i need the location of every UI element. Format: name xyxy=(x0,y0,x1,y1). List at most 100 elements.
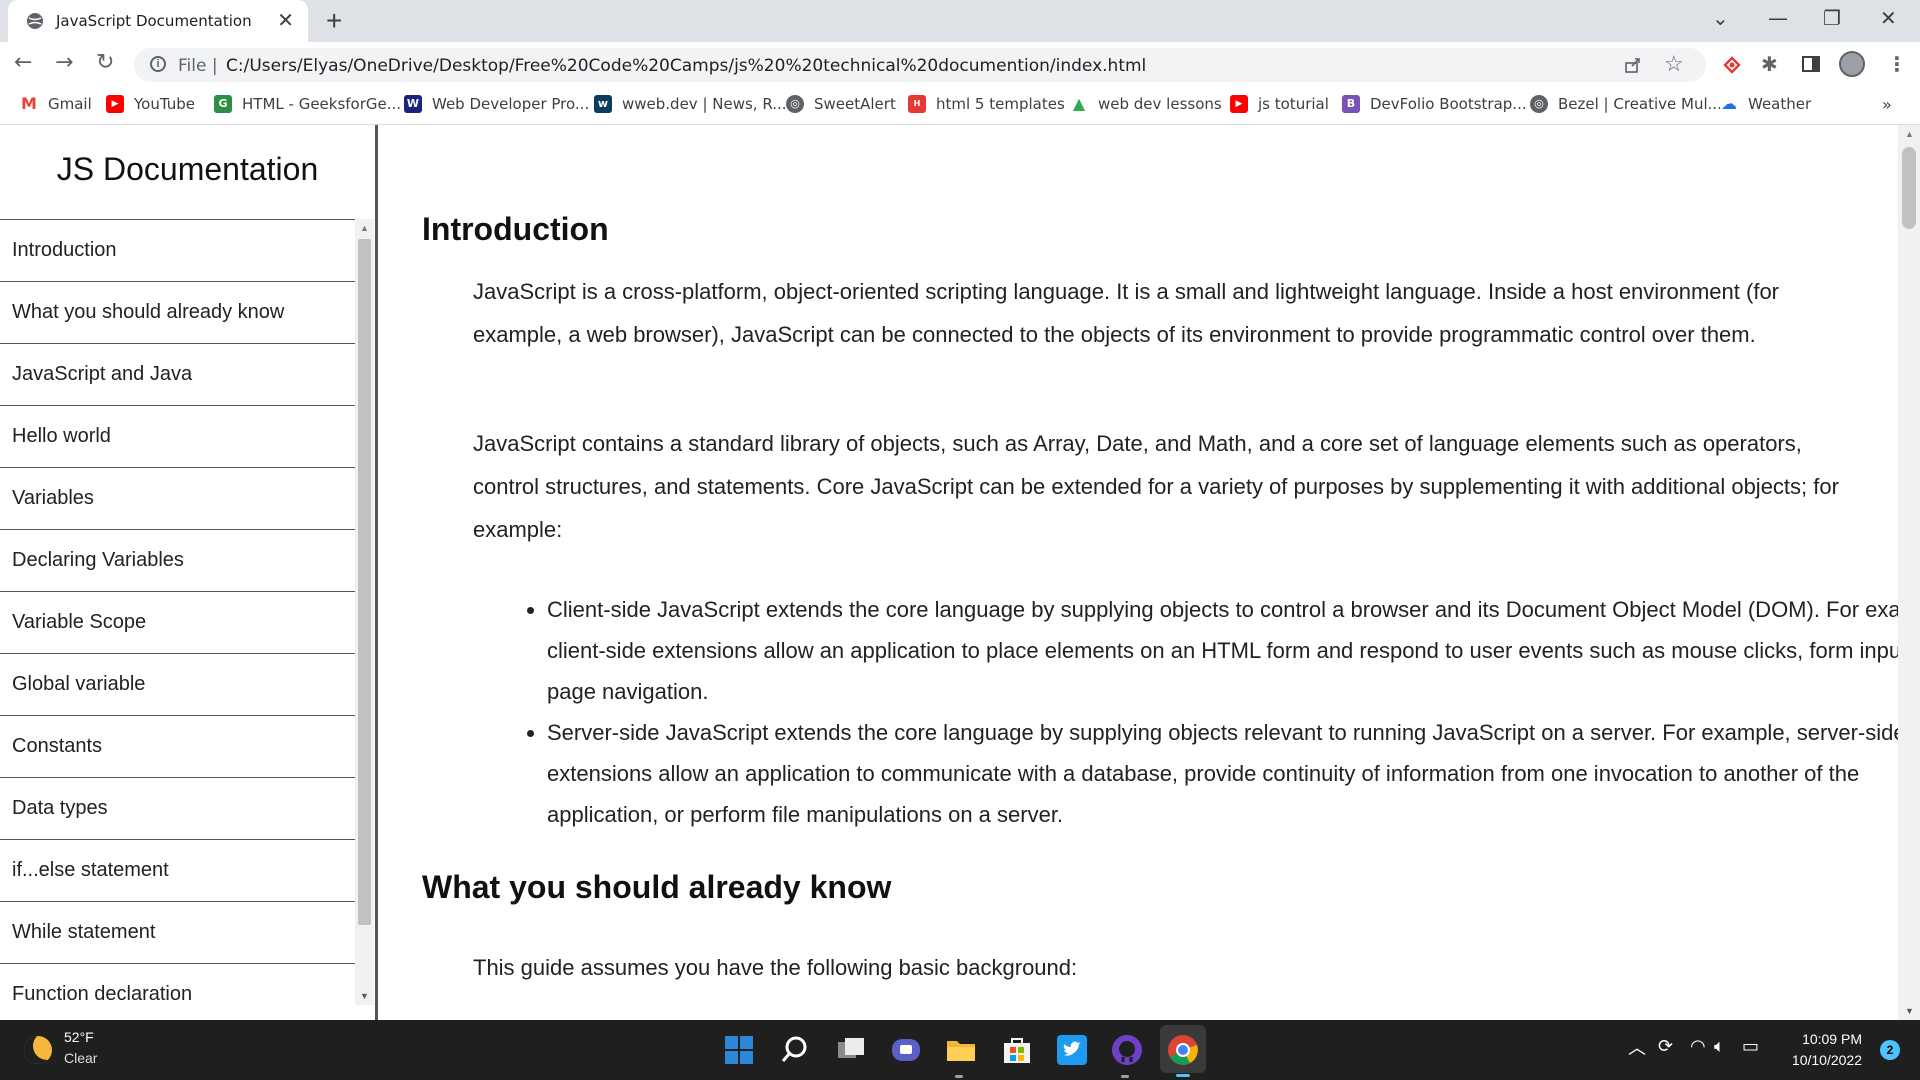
nav-link[interactable]: Variable Scope xyxy=(0,591,355,653)
github-icon[interactable] xyxy=(1110,1033,1144,1067)
bookmark-gmail[interactable]: M Gmail xyxy=(20,95,92,113)
sync-icon[interactable]: ⟳ xyxy=(1658,1036,1673,1057)
nav-link[interactable]: Global variable xyxy=(0,653,355,715)
sidepanel-icon[interactable] xyxy=(1802,55,1820,73)
nav-link[interactable]: Declaring Variables xyxy=(0,529,355,591)
page-scrollbar-thumb[interactable] xyxy=(1902,147,1916,229)
gmail-icon: M xyxy=(20,94,38,113)
sidebar-scrollbar-thumb[interactable] xyxy=(358,239,371,925)
html5up-icon: H xyxy=(908,95,926,113)
bookmark-sweetalert[interactable]: ◎ SweetAlert xyxy=(786,95,896,113)
bookmark-youtube[interactable]: ▶ YouTube xyxy=(106,95,195,113)
teams-chat-icon[interactable] xyxy=(889,1033,923,1067)
file-explorer-icon[interactable] xyxy=(944,1033,978,1067)
scroll-up-arrow-icon[interactable]: ▲ xyxy=(360,223,369,233)
youtube-icon: ▶ xyxy=(1230,95,1248,113)
bookmark-devfolio[interactable]: B DevFolio Bootstrap... xyxy=(1342,95,1527,113)
profile-avatar[interactable] xyxy=(1839,51,1865,77)
nav-link[interactable]: While statement xyxy=(0,901,355,963)
geeksforgeeks-icon: G xyxy=(214,95,232,113)
nav-link[interactable]: if...else statement xyxy=(0,839,355,901)
scroll-down-arrow-icon[interactable]: ▼ xyxy=(1905,1006,1914,1016)
globe-icon: ◎ xyxy=(786,95,804,113)
task-view-icon[interactable] xyxy=(834,1033,868,1067)
intro-paragraph-1: JavaScript is a cross-platform, object-o… xyxy=(473,279,1780,347)
bootstrap-icon: B xyxy=(1342,95,1360,113)
scroll-down-arrow-icon[interactable]: ▼ xyxy=(360,991,369,1001)
weather-widget[interactable]: 52°F Clear xyxy=(24,1028,134,1072)
tab-search-icon[interactable]: ⌄ xyxy=(1712,6,1729,30)
nav-link[interactable]: JavaScript and Java xyxy=(0,343,355,405)
nav-link-list[interactable]: Introduction What you should already kno… xyxy=(0,219,355,1005)
bookmarks-bar: M Gmail ▶ YouTube G HTML - GeeksforGe... WW… xyxy=(0,88,1920,125)
running-indicator xyxy=(1176,1074,1190,1077)
bookmark-html5-templates[interactable]: Hhtml 5 templates xyxy=(908,95,1065,113)
globe-icon xyxy=(27,13,43,29)
drive-icon: ▲ xyxy=(1070,95,1088,113)
nav-link[interactable]: Function declaration xyxy=(0,963,355,1005)
close-tab-icon[interactable]: ✕ xyxy=(277,8,294,33)
section-heading-introduction: Introduction xyxy=(422,211,609,247)
clock-date: 10/10/2022 xyxy=(1791,1052,1862,1068)
chevron-up-icon[interactable]: ︿ xyxy=(1628,1034,1646,1060)
address-bar[interactable]: i File | C:/Users/Elyas/OneDrive/Desktop… xyxy=(134,48,1706,82)
weather-temperature: 52°F xyxy=(64,1029,94,1045)
share-icon[interactable] xyxy=(1624,56,1642,74)
notification-badge[interactable]: 2 xyxy=(1880,1040,1900,1060)
bookmark-weather[interactable]: ☁ Weather xyxy=(1720,95,1811,113)
extension-icon[interactable] xyxy=(1721,55,1743,75)
navbar-title: JS Documentation xyxy=(56,151,319,187)
weather-condition: Clear xyxy=(64,1050,98,1066)
bookmark-js-toturial[interactable]: ▶ js toturial xyxy=(1230,95,1329,113)
new-tab-button[interactable]: + xyxy=(326,5,342,37)
menu-icon[interactable]: ⋮ xyxy=(1887,52,1907,76)
sidebar-scrollbar[interactable]: ▲ ▼ xyxy=(355,219,374,1005)
clock[interactable]: 10:09 PM 10/10/2022 xyxy=(1792,1029,1862,1071)
puzzle-icon[interactable]: ✱ xyxy=(1761,52,1778,76)
reload-button[interactable]: ↻ xyxy=(96,50,114,75)
browser-tab-active[interactable]: JavaScript Documentation ✕ xyxy=(8,0,308,42)
restore-button[interactable]: ❐ xyxy=(1823,6,1841,30)
back-button[interactable]: ← xyxy=(14,50,32,75)
volume-icon[interactable]: 🔈︎ xyxy=(1714,1036,1725,1057)
know-paragraph-1: This guide assumes you have the followin… xyxy=(473,955,1078,980)
running-indicator xyxy=(1121,1075,1129,1078)
clock-time: 10:09 PM xyxy=(1802,1031,1862,1047)
page-scrollbar[interactable]: ▲ ▼ xyxy=(1898,125,1920,1020)
bookmarks-overflow-button[interactable]: » xyxy=(1882,95,1892,114)
close-window-button[interactable]: ✕ xyxy=(1880,6,1897,30)
nav-link[interactable]: Hello world xyxy=(0,405,355,467)
webdev-icon: W xyxy=(404,95,422,113)
nav-link[interactable]: Constants xyxy=(0,715,355,777)
system-tray: ︿ ⟳ ◠ 🔈︎ ▭ 10:09 PM 10/10/2022 2 xyxy=(1620,1020,1920,1080)
navbar: JS Documentation Introduction What you s… xyxy=(0,125,378,1020)
nav-link[interactable]: Data types xyxy=(0,777,355,839)
microsoft-store-icon[interactable] xyxy=(1000,1033,1034,1067)
twitter-icon[interactable] xyxy=(1055,1033,1089,1067)
start-icon[interactable] xyxy=(722,1033,756,1067)
windows-taskbar: 52°F Clear ︿ ⟳ ◠ 🔈︎ ▭ 10:09 PM 10/10/202… xyxy=(0,1020,1920,1080)
bookmark-wwebdev[interactable]: w wweb.dev | News, R... xyxy=(594,95,787,113)
site-info-icon[interactable]: i xyxy=(150,56,166,72)
moon-icon xyxy=(24,1036,52,1064)
chrome-icon[interactable] xyxy=(1166,1033,1200,1067)
battery-icon[interactable]: ▭ xyxy=(1742,1036,1759,1057)
wifi-icon[interactable]: ◠ xyxy=(1690,1036,1706,1057)
weather-icon: ☁ xyxy=(1720,94,1738,113)
search-icon[interactable] xyxy=(778,1033,812,1067)
nav-link[interactable]: Variables xyxy=(0,467,355,529)
scroll-up-arrow-icon[interactable]: ▲ xyxy=(1905,129,1914,139)
nav-link[interactable]: Introduction xyxy=(0,219,355,281)
nav-link[interactable]: What you should already know xyxy=(0,281,355,343)
section-heading-what-you-should-know: What you should already know xyxy=(422,869,892,905)
bookmark-web-dev-lessons[interactable]: ▲ web dev lessons xyxy=(1070,95,1222,113)
forward-button[interactable]: → xyxy=(55,50,73,75)
star-icon[interactable]: ☆ xyxy=(1664,51,1684,77)
youtube-icon: ▶ xyxy=(106,95,124,113)
intro-bullet-list: Client-side JavaScript extends the core … xyxy=(473,589,1898,835)
bookmark-bezel[interactable]: ◎ Bezel | Creative Mul... xyxy=(1530,95,1722,113)
bookmark-web-developer[interactable]: W Web Developer Pro... xyxy=(404,95,589,113)
minimize-button[interactable]: — xyxy=(1768,6,1788,30)
bookmark-geeksforgeeks[interactable]: G HTML - GeeksforGe... xyxy=(214,95,401,113)
url-text[interactable]: C:/Users/Elyas/OneDrive/Desktop/Free%20C… xyxy=(226,56,1146,76)
